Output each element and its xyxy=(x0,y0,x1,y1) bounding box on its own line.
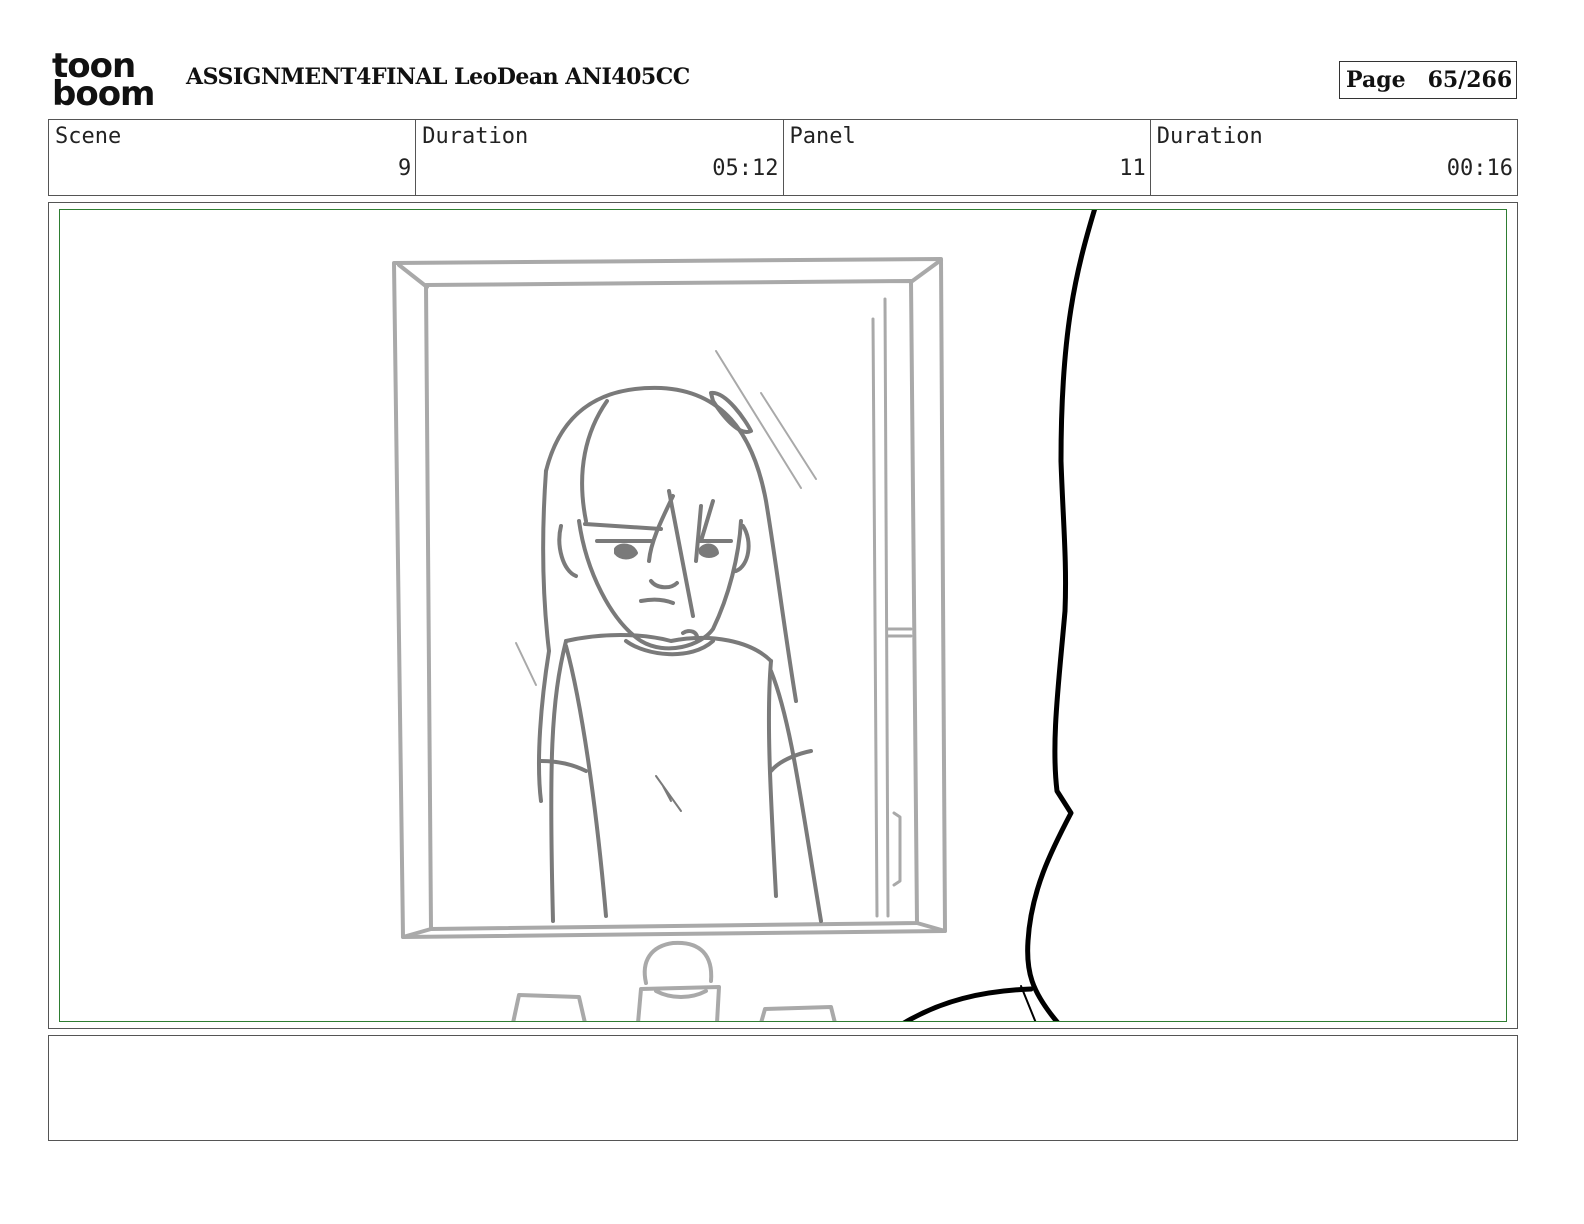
panel-notes-box xyxy=(48,1035,1518,1141)
logo-text-bottom: boom xyxy=(52,74,155,114)
toonboom-logo: toon boom xyxy=(52,49,164,114)
document-title: ASSIGNMENT4FINAL LeoDean ANI405CC xyxy=(186,64,690,90)
panel-duration-cell: Duration 00:16 xyxy=(1149,120,1517,195)
scene-duration-value: 05:12 xyxy=(712,156,779,181)
page-label: Page xyxy=(1346,67,1406,93)
panel-label: Panel xyxy=(789,124,856,149)
page-indicator: Page 65/266 xyxy=(1339,61,1517,99)
panel-duration-label: Duration xyxy=(1156,124,1263,149)
scene-duration-label: Duration xyxy=(422,124,529,149)
panel-cell: Panel 11 xyxy=(782,120,1150,195)
page-number: 65/266 xyxy=(1427,67,1513,93)
panel-duration-value: 00:16 xyxy=(1446,156,1513,181)
scene-number: 9 xyxy=(398,156,412,181)
storyboard-sketch xyxy=(392,210,1098,1021)
panel-info-table: Scene 9 Duration 05:12 Panel 11 Duration… xyxy=(48,119,1518,196)
scene-duration-cell: Duration 05:12 xyxy=(415,120,782,195)
panel-drawing xyxy=(59,209,1507,1022)
mirror-frame-sketch xyxy=(392,257,947,939)
scene-cell: Scene 9 xyxy=(49,120,415,195)
foreground-silhouette xyxy=(902,210,1098,1021)
sink-items-sketch xyxy=(511,940,837,1021)
panel-number: 11 xyxy=(1119,156,1146,181)
scene-label: Scene xyxy=(55,124,122,149)
girl-reflection-sketch xyxy=(537,385,823,923)
